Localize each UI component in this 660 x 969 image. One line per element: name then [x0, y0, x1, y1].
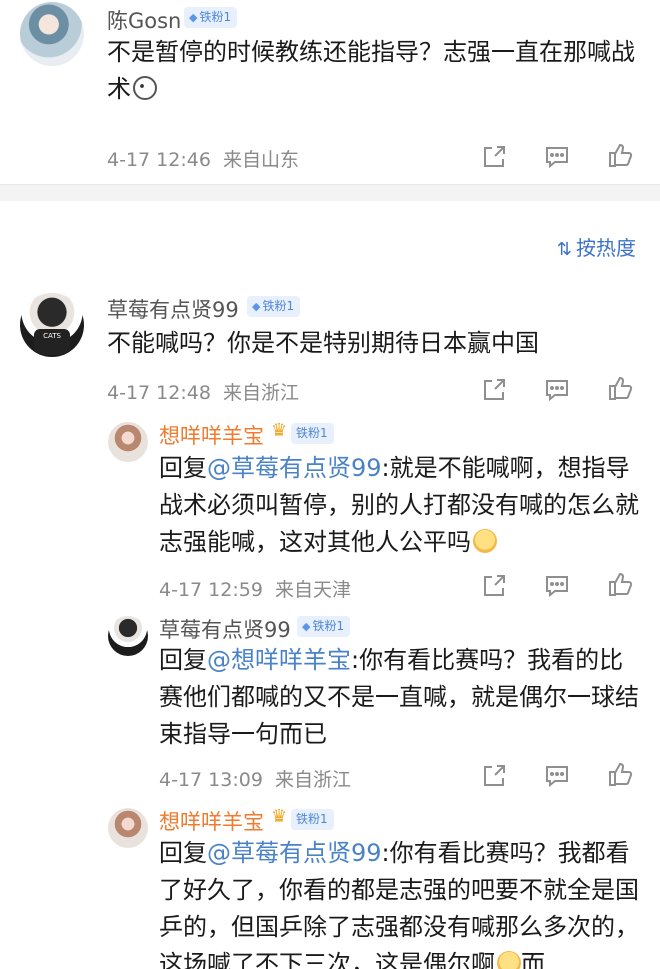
avatar[interactable]: [20, 2, 84, 66]
avatar-shirt: CATS: [34, 329, 70, 355]
comment-icon[interactable]: [543, 572, 571, 600]
reply-3: 想咩咩羊宝 ♛ 铁粉1 回复@草莓有点贤99:你有看比赛吗？我都看了好久了，你看…: [0, 804, 660, 969]
sort-label: 按热度: [576, 236, 636, 260]
reply-prefix: 回复: [159, 646, 207, 674]
share-icon[interactable]: [480, 572, 508, 600]
diamond-icon: ◆: [302, 620, 311, 633]
badge-label: 铁粉1: [296, 426, 328, 440]
crown-icon: ♛: [271, 806, 288, 827]
fan-badge[interactable]: 铁粉1: [291, 809, 334, 830]
location: 来自浙江: [275, 769, 352, 791]
comment-meta: 4-17 13:09 来自浙江: [159, 765, 351, 792]
comment-meta: 4-17 12:46 来自山东: [107, 145, 299, 172]
comment-meta: 4-17 12:48 来自浙江: [107, 378, 299, 405]
reply-text: 回复@想咩咩羊宝:你有看比赛吗？我看的比赛他们都喊的又不是一直喊，就是偶尔一球结…: [159, 642, 639, 753]
avatar[interactable]: [108, 616, 148, 656]
comment-text: 不是暂停的时候教练还能指导？志强一直在那喊战术: [107, 34, 637, 108]
avatar[interactable]: CATS: [20, 293, 84, 357]
badge-label: 铁粉1: [312, 619, 345, 633]
reply-body-tail: 而: [521, 950, 545, 969]
reply-1: 想咩咩羊宝 ♛ 铁粉1 回复@草莓有点贤99:就是不能喊啊，想指导战术必须叫暂停…: [0, 418, 660, 610]
badge-label: 铁粉1: [199, 10, 232, 24]
timestamp: 4-17 12:48: [107, 382, 211, 404]
location: 来自天津: [275, 579, 352, 601]
fan-badge[interactable]: ◆ 铁粉1: [297, 616, 351, 637]
comment-1: 陈Gosn ◆ 铁粉1 不是暂停的时候教练还能指导？志强一直在那喊战术 4-17 …: [0, 0, 660, 184]
ghost-emoji-icon: [133, 76, 157, 100]
username[interactable]: 陈Gosn: [107, 5, 181, 35]
username[interactable]: 草莓有点贤99: [159, 614, 291, 644]
diamond-icon: ◆: [189, 11, 198, 24]
reply-text: 回复@草莓有点贤99:就是不能喊啊，想指导战术必须叫暂停，别的人打都没有喊的怎么…: [159, 450, 639, 561]
comment-icon[interactable]: [543, 762, 571, 790]
comment-text: 不能喊吗？你是不是特别期待日本赢中国: [107, 329, 539, 357]
mention-link[interactable]: @草莓有点贤99: [207, 839, 382, 867]
section-divider: [0, 184, 660, 201]
share-icon[interactable]: [480, 376, 508, 404]
avatar[interactable]: [108, 422, 148, 462]
avatar[interactable]: [108, 808, 148, 848]
reply-prefix: 回复: [159, 839, 207, 867]
comment-icon[interactable]: [543, 143, 571, 171]
share-icon[interactable]: [480, 762, 508, 790]
badge-label: 铁粉1: [296, 812, 328, 826]
comment-body: 不是暂停的时候教练还能指导？志强一直在那喊战术: [107, 38, 635, 103]
username[interactable]: 想咩咩羊宝: [159, 420, 264, 450]
sort-icon: ⇅: [556, 239, 572, 260]
username[interactable]: 草莓有点贤99: [107, 294, 239, 324]
fan-badge[interactable]: 铁粉1: [291, 423, 334, 444]
like-icon[interactable]: [606, 570, 634, 598]
like-icon[interactable]: [606, 374, 634, 402]
fan-badge[interactable]: ◆ 铁粉1: [247, 296, 301, 317]
timestamp: 4-17 12:59: [159, 579, 263, 601]
diamond-icon: ◆: [252, 300, 261, 313]
reply-2: 草莓有点贤99 ◆ 铁粉1 回复@想咩咩羊宝:你有看比赛吗？我看的比赛他们都喊的又…: [0, 612, 660, 802]
comment-meta: 4-17 12:59 来自天津: [159, 575, 351, 602]
location: 来自山东: [223, 149, 300, 171]
reply-prefix: 回复: [159, 454, 207, 482]
sort-toggle[interactable]: ⇅ 按热度: [557, 232, 636, 261]
laugh-emoji-icon: [497, 951, 521, 969]
username[interactable]: 想咩咩羊宝: [159, 806, 264, 836]
badge-label: 铁粉1: [262, 299, 295, 313]
comment-2: CATS 草莓有点贤99 ◆ 铁粉1 不能喊吗？你是不是特别期待日本赢中国 4-1…: [0, 290, 660, 410]
like-icon[interactable]: [606, 760, 634, 788]
comment-icon[interactable]: [543, 376, 571, 404]
mention-link[interactable]: @想咩咩羊宝: [207, 646, 351, 674]
like-icon[interactable]: [606, 141, 634, 169]
blush-emoji-icon: [473, 529, 497, 553]
share-icon[interactable]: [480, 143, 508, 171]
fan-badge[interactable]: ◆ 铁粉1: [184, 7, 238, 28]
reply-text: 回复@草莓有点贤99:你有看比赛吗？我都看了好久了，你看的都是志强的吧要不就全是…: [159, 835, 639, 969]
timestamp: 4-17 13:09: [159, 769, 263, 791]
timestamp: 4-17 12:46: [107, 149, 211, 171]
crown-icon: ♛: [271, 420, 288, 441]
mention-link[interactable]: @草莓有点贤99: [207, 454, 382, 482]
location: 来自浙江: [223, 382, 300, 404]
